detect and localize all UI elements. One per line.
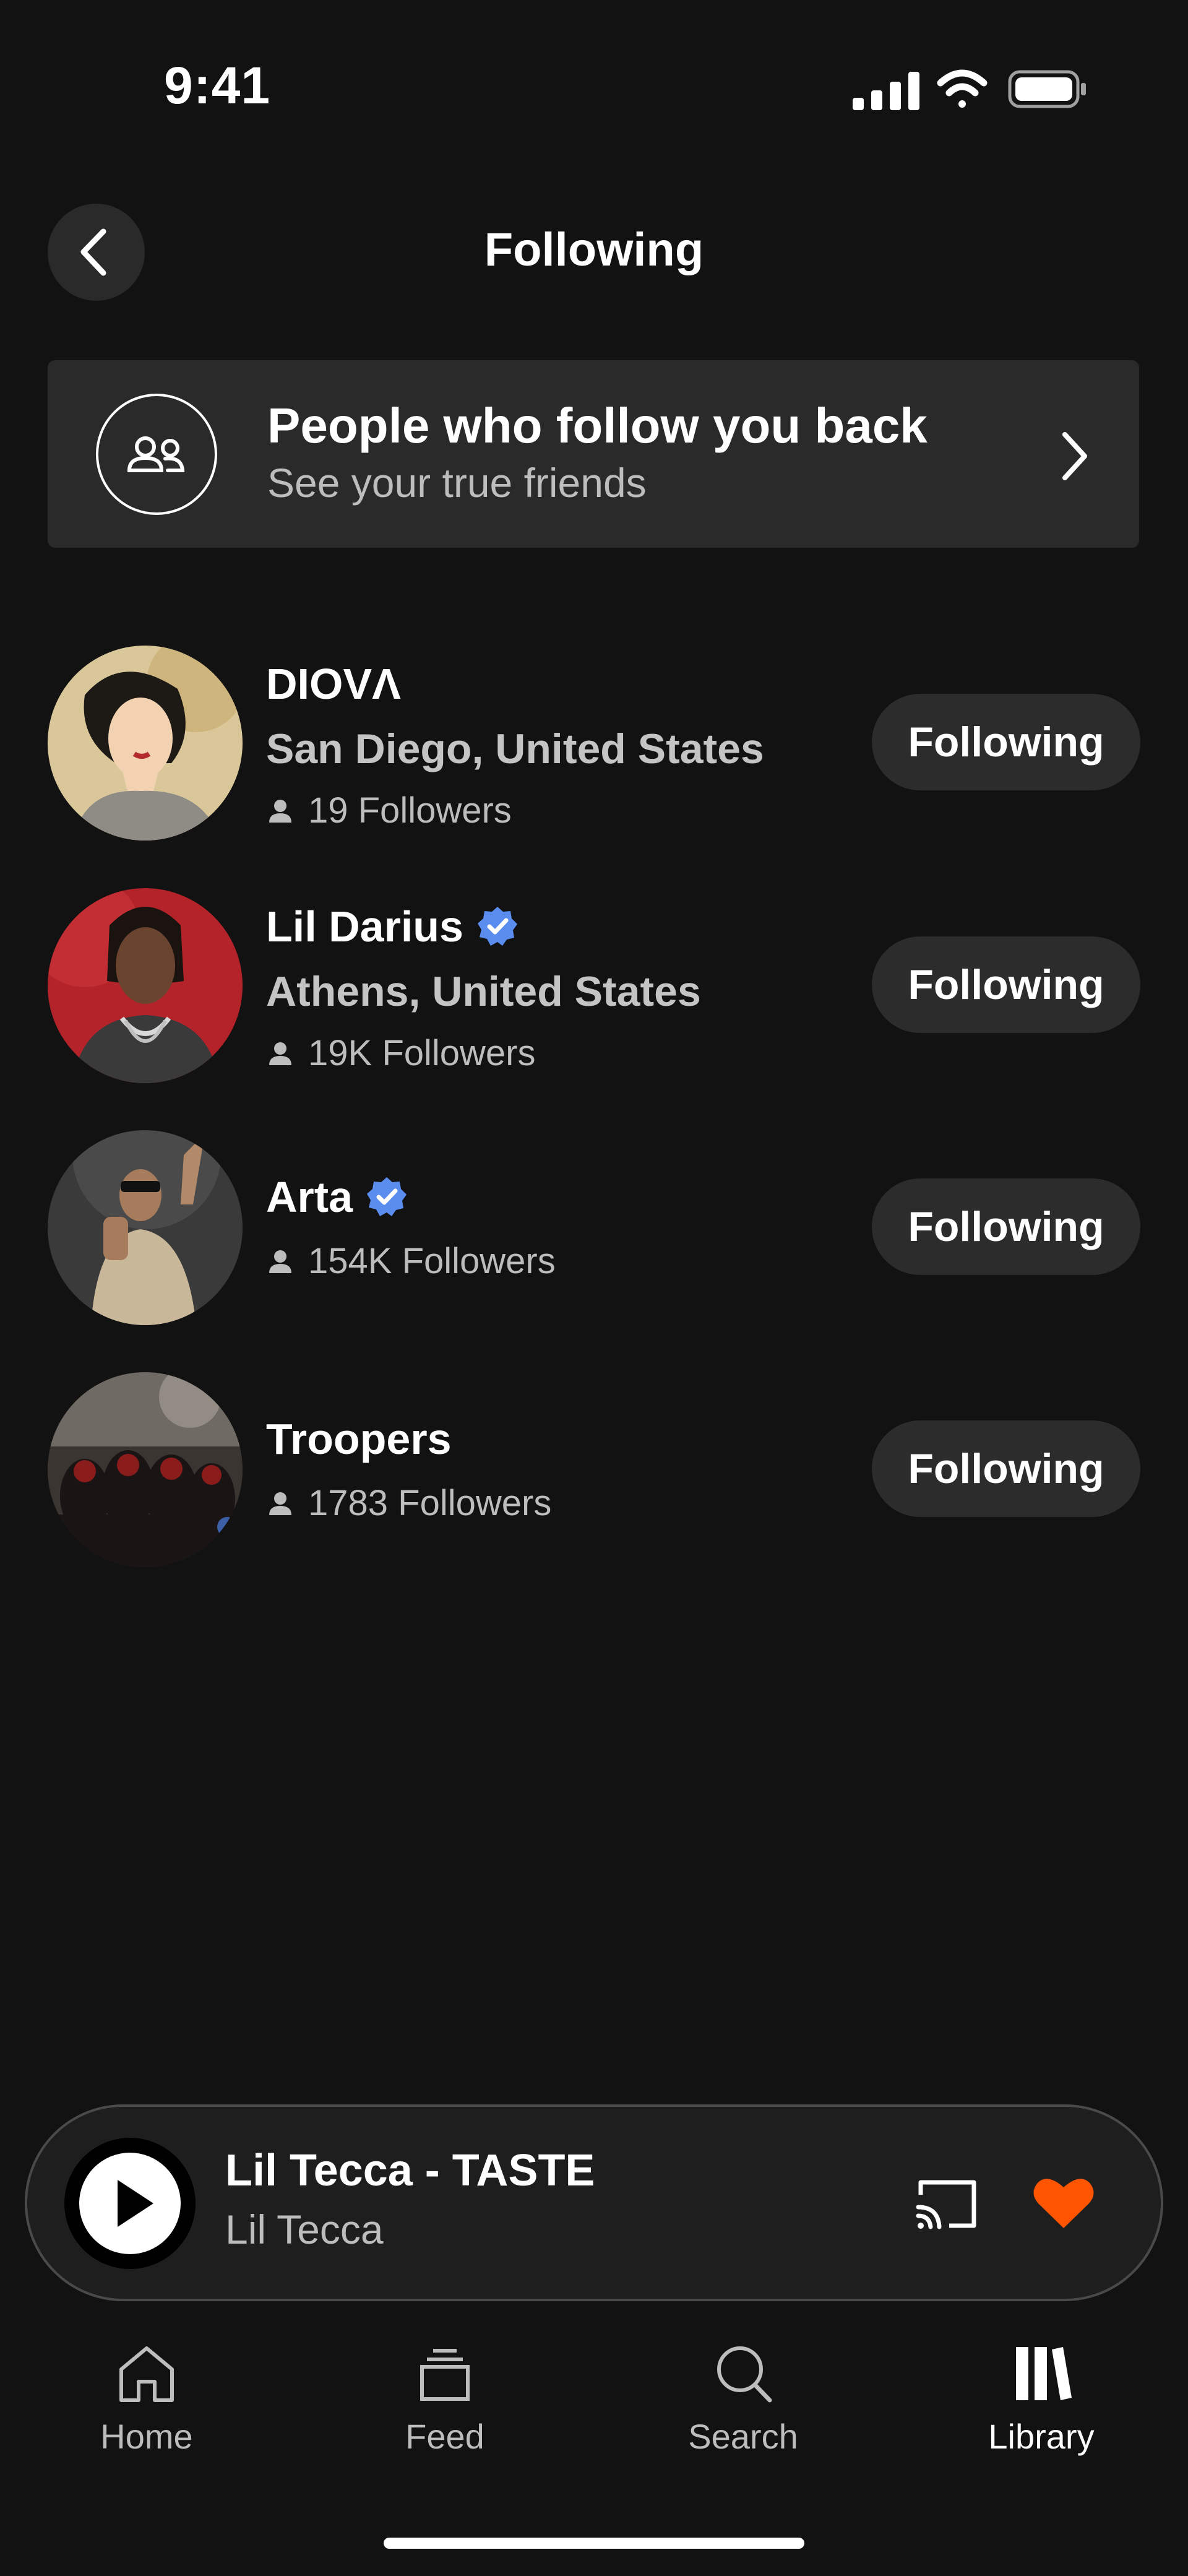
home-icon — [119, 2346, 174, 2402]
person-icon — [269, 799, 291, 823]
follower-count-text: 19K Followers — [308, 1033, 536, 1073]
user-location: Athens, United States — [266, 968, 701, 1015]
nav-feed-label: Feed — [405, 2417, 484, 2456]
person-icon — [269, 1250, 291, 1273]
user-name: Troopers — [266, 1415, 452, 1463]
wifi-icon — [937, 69, 988, 108]
track-artist: Lil Tecca — [225, 2206, 384, 2252]
play-icon — [79, 2153, 181, 2254]
nav-feed[interactable]: Feed — [346, 2340, 544, 2457]
status-time: 9:41 — [164, 56, 271, 115]
follow-back-title: People who follow you back — [267, 398, 928, 453]
follower-count: 1783 Followers — [266, 1482, 551, 1524]
home-indicator — [384, 2538, 804, 2549]
page-title: Following — [484, 223, 704, 276]
nav-search[interactable]: Search — [644, 2340, 842, 2457]
status-icons — [848, 67, 1089, 111]
follower-count: 19 Followers — [266, 790, 512, 831]
person-icon — [269, 1042, 291, 1065]
user-name-line: Lil Darius — [266, 902, 519, 951]
nav-library[interactable]: Library — [942, 2340, 1140, 2457]
follow-back-card[interactable]: People who follow you back See your true… — [48, 360, 1139, 548]
user-name: DIOVΛ — [266, 660, 401, 708]
verified-badge-icon — [367, 1177, 407, 1216]
user-location: San Diego, United States — [266, 725, 764, 772]
play-button[interactable] — [64, 2138, 196, 2269]
user-name-line: Troopers — [266, 1414, 452, 1464]
track-title: Lil Tecca - TASTE — [225, 2146, 595, 2195]
user-name: Arta — [266, 1173, 353, 1221]
cast-icon[interactable] — [912, 2176, 980, 2232]
following-row[interactable]: DIOVΛ San Diego, United States 19 Follow… — [0, 646, 1188, 844]
follower-count: 154K Followers — [266, 1240, 556, 1282]
people-icon — [96, 394, 217, 515]
nav-home-label: Home — [100, 2417, 193, 2456]
user-name-line: DIOVΛ — [266, 659, 401, 709]
follower-count-text: 1783 Followers — [308, 1483, 552, 1523]
battery-icon — [1008, 70, 1086, 108]
following-row[interactable]: Arta 154K Followers Following — [0, 1130, 1188, 1328]
verified-badge-icon — [477, 907, 517, 946]
avatar[interactable] — [48, 1372, 243, 1567]
heart-icon[interactable] — [1030, 2169, 1098, 2237]
signal-icon — [853, 72, 919, 110]
avatar[interactable] — [48, 888, 243, 1083]
feed-icon — [420, 2349, 470, 2401]
follow-back-subtitle: See your true friends — [267, 460, 647, 506]
follower-count-text: 19 Followers — [308, 790, 512, 831]
nav-search-label: Search — [688, 2417, 798, 2456]
follower-count-text: 154K Followers — [308, 1241, 556, 1281]
user-name-line: Arta — [266, 1172, 408, 1222]
user-name: Lil Darius — [266, 902, 463, 951]
nav-home[interactable]: Home — [48, 2340, 246, 2457]
following-button[interactable]: Following — [872, 936, 1140, 1033]
following-button[interactable]: Following — [872, 694, 1140, 790]
follower-count: 19K Followers — [266, 1032, 535, 1074]
library-icon — [1016, 2347, 1072, 2400]
avatar[interactable] — [48, 1130, 243, 1325]
search-icon — [717, 2346, 772, 2403]
following-button[interactable]: Following — [872, 1420, 1140, 1517]
following-button[interactable]: Following — [872, 1178, 1140, 1275]
following-row[interactable]: Lil Darius Athens, United States 19K Fol… — [0, 888, 1188, 1086]
person-icon — [269, 1492, 291, 1515]
chevron-right-icon — [1052, 428, 1096, 484]
avatar[interactable] — [48, 646, 243, 841]
nav-library-label: Library — [988, 2417, 1095, 2456]
mini-player[interactable]: Lil Tecca - TASTE Lil Tecca — [25, 2104, 1163, 2301]
following-row[interactable]: Troopers 1783 Followers Following — [0, 1372, 1188, 1570]
